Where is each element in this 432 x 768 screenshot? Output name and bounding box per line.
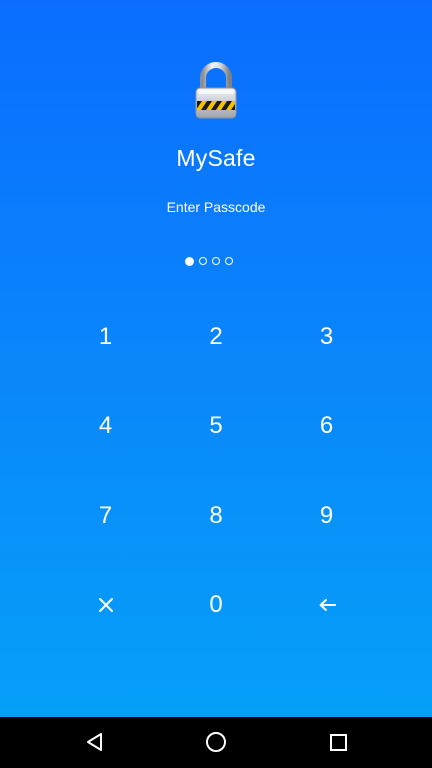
passcode-dot-filled [185,257,194,266]
key-9[interactable]: 9 [271,471,382,561]
back-triangle-icon[interactable] [82,729,108,755]
key-3[interactable]: 3 [271,292,382,382]
key-label: 4 [98,412,113,440]
passcode-indicator [185,256,249,268]
passcode-screen: MySafe Enter Passcode 1 2 3 4 5 6 7 8 9 0 [0,0,432,717]
key-0[interactable]: 0 [161,561,271,651]
arrow-left-icon [318,598,336,612]
home-circle-icon[interactable] [203,729,229,755]
key-label: 1 [98,322,113,350]
key-6[interactable]: 6 [271,382,382,472]
key-2[interactable]: 2 [161,292,271,382]
passcode-prompt: Enter Passcode [166,199,266,215]
key-label: 6 [319,412,334,440]
system-nav-bar [0,717,432,768]
clear-key[interactable] [50,561,161,651]
key-7[interactable]: 7 [50,471,161,561]
recents-square-icon[interactable] [325,729,351,755]
key-5[interactable]: 5 [161,382,271,472]
backspace-key[interactable] [271,561,382,651]
key-label: 0 [209,591,223,619]
passcode-dot-empty [212,257,220,265]
key-label: 5 [209,412,223,440]
passcode-dot-empty [225,257,233,265]
key-4[interactable]: 4 [50,382,161,472]
app-title: MySafe [176,145,256,171]
key-label: 2 [209,322,223,350]
passcode-dot-empty [199,257,207,265]
key-label: 7 [98,501,113,529]
key-label: 3 [319,322,334,350]
padlock-icon [192,62,240,120]
key-8[interactable]: 8 [161,471,271,561]
numeric-keypad: 1 2 3 4 5 6 7 8 9 0 [50,292,382,650]
key-1[interactable]: 1 [50,292,161,382]
close-icon [98,597,114,613]
key-label: 8 [209,501,223,529]
key-label: 9 [319,501,334,529]
